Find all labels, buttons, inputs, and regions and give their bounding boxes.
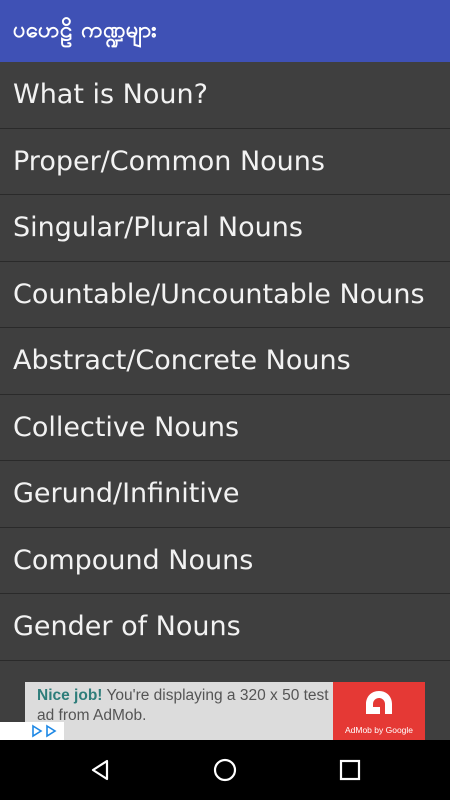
list-item-label: Gender of Nouns [13,611,241,643]
list-item[interactable]: Countable/Uncountable Nouns [0,262,450,328]
list-item-label: Countable/Uncountable Nouns [13,278,425,310]
back-icon[interactable] [82,752,118,788]
adchoices[interactable] [0,722,64,740]
ad-brand-label: AdMob by Google [344,725,414,735]
adchoices-icon [32,724,57,738]
list-item[interactable]: What is Noun? [0,62,450,129]
list-item-label: Abstract/Concrete Nouns [13,345,351,377]
list-item[interactable]: Gender of Nouns [0,594,450,661]
recents-icon[interactable] [332,752,368,788]
ad-text: Nice job! You're displaying a 320 x 50 t… [25,682,333,740]
list-item-label: Collective Nouns [13,411,240,443]
list-item-label: Compound Nouns [13,544,254,576]
ad-headline: Nice job! [37,687,103,704]
list-item[interactable]: Compound Nouns [0,528,450,594]
list-item[interactable]: Abstract/Concrete Nouns [0,328,450,395]
home-icon[interactable] [207,752,243,788]
list-item-label: Singular/Plural Nouns [13,212,303,244]
admob-brand: AdMob by Google [333,682,425,740]
topic-list: What is Noun? Proper/Common Nouns Singul… [0,62,450,661]
navigation-bar [0,740,450,800]
list-item[interactable]: Singular/Plural Nouns [0,195,450,262]
app-bar: ပဟေဠိ ကဏ္ဍများ [0,0,450,62]
list-item[interactable]: Gerund/Infinitive [0,461,450,528]
list-item-label: What is Noun? [13,79,208,111]
app-title: ပဟေဠိ ကဏ္ဍများ [13,17,158,43]
list-item-label: Proper/Common Nouns [13,145,325,177]
ad-banner[interactable]: Nice job! You're displaying a 320 x 50 t… [25,682,425,740]
admob-logo-icon [366,691,392,714]
list-item[interactable]: Collective Nouns [0,395,450,461]
list-item-label: Gerund/Infinitive [13,478,240,510]
list-item[interactable]: Proper/Common Nouns [0,129,450,195]
